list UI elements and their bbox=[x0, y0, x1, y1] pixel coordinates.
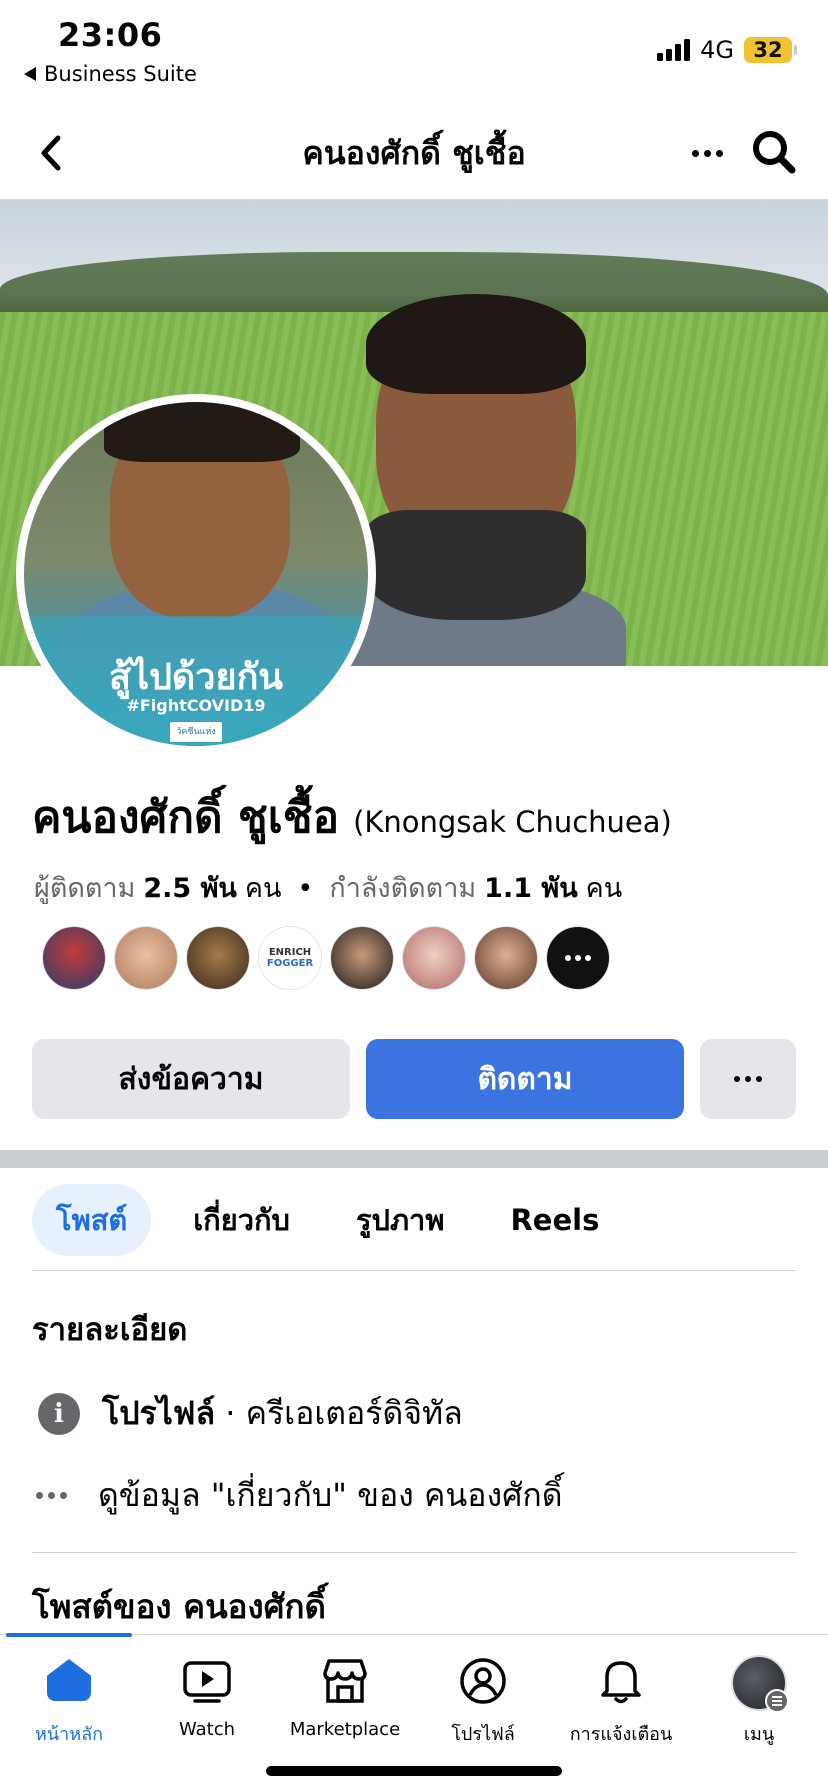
details-heading: รายละเอียด bbox=[32, 1312, 188, 1348]
profile-name: คนองศักดิ์ ชูเชื้อ (Knongsak Chuchuea) bbox=[32, 782, 672, 852]
friend-avatar[interactable] bbox=[42, 926, 106, 990]
more-horizontal-icon[interactable] bbox=[682, 128, 732, 178]
tabbar-label: โปรไฟล์ bbox=[451, 1724, 515, 1745]
avatar-hashtag: #FightCOVID19 bbox=[126, 696, 266, 715]
menu-badge-icon bbox=[765, 1689, 789, 1713]
tab-about[interactable]: เกี่ยวกับ bbox=[169, 1184, 314, 1256]
posts-heading: โพสต์ของ คนองศักดิ์ bbox=[32, 1587, 326, 1626]
bell-icon bbox=[595, 1655, 647, 1707]
section-divider bbox=[0, 1150, 828, 1168]
following-label: กำลังติดตาม bbox=[329, 873, 477, 904]
tabbar-label: Watch bbox=[178, 1719, 236, 1740]
profile-name-thai: คนองศักดิ์ ชูเชื้อ bbox=[32, 792, 340, 843]
tabbar-label: Marketplace bbox=[289, 1719, 401, 1740]
avatar-photo: สู้ไปด้วยกัน #FightCOVID19 วัคซีนแห่งชาต… bbox=[24, 402, 368, 746]
friend-avatar[interactable] bbox=[474, 926, 538, 990]
more-actions-button[interactable] bbox=[700, 1039, 796, 1119]
cover-person bbox=[326, 294, 626, 666]
tabbar-home[interactable]: หน้าหลัก bbox=[0, 1655, 138, 1748]
following-unit: คน bbox=[585, 873, 623, 904]
follow-stats[interactable]: ผู้ติดตาม 2.5 พัน คน • กำลังติดตาม 1.1 พ… bbox=[34, 866, 622, 909]
see-about-row[interactable]: ดูข้อมูล "เกี่ยวกับ" ของ คนองศักดิ์ bbox=[36, 1470, 563, 1521]
menu-avatar-icon bbox=[731, 1655, 789, 1713]
watch-icon bbox=[181, 1655, 233, 1707]
profile-type-label: โปรไฟล์ bbox=[102, 1394, 216, 1432]
section-divider-line bbox=[32, 1552, 796, 1553]
followers-unit: คน bbox=[244, 873, 282, 904]
active-tab-indicator bbox=[6, 1633, 132, 1637]
info-icon: i bbox=[38, 1392, 80, 1435]
home-indicator bbox=[266, 1766, 562, 1776]
followers-label: ผู้ติดตาม bbox=[34, 873, 136, 904]
profile-icon bbox=[457, 1655, 509, 1707]
status-time: 23:06 bbox=[58, 16, 163, 54]
tabs-divider bbox=[32, 1270, 796, 1271]
back-app-label: Business Suite bbox=[44, 62, 197, 86]
tabbar-marketplace[interactable]: Marketplace bbox=[276, 1655, 414, 1740]
tabbar-label: เมนู bbox=[743, 1724, 775, 1745]
send-message-button[interactable]: ส่งข้อความ bbox=[32, 1039, 350, 1119]
tabbar-profile[interactable]: โปรไฟล์ bbox=[414, 1655, 552, 1748]
home-icon bbox=[43, 1655, 95, 1707]
profile-category: ครีเอเตอร์ดิจิทัล bbox=[245, 1394, 463, 1432]
enrich-logo-text: ENRICH bbox=[268, 947, 312, 958]
profile-category-row: i โปรไฟล์ · ครีเอเตอร์ดิจิทัล bbox=[38, 1388, 463, 1439]
category-separator: · bbox=[225, 1394, 236, 1432]
profile-avatar[interactable]: สู้ไปด้วยกัน #FightCOVID19 วัคซีนแห่งชาต… bbox=[16, 394, 376, 754]
avatar-logo: วัคซีนแห่งชาติ bbox=[170, 722, 222, 742]
separator-dot: • bbox=[297, 873, 314, 904]
tabbar-label: หน้าหลัก bbox=[34, 1724, 104, 1745]
see-about-link[interactable]: ดูข้อมูล "เกี่ยวกับ" ของ คนองศักดิ์ bbox=[98, 1470, 563, 1521]
friend-avatar[interactable] bbox=[114, 926, 178, 990]
tabbar-watch[interactable]: Watch bbox=[138, 1655, 276, 1740]
tabbar-menu[interactable]: เมนู bbox=[690, 1655, 828, 1748]
tab-photos[interactable]: รูปภาพ bbox=[332, 1184, 469, 1256]
tab-reels[interactable]: Reels bbox=[486, 1184, 623, 1256]
tab-posts[interactable]: โพสต์ bbox=[32, 1184, 152, 1256]
battery-icon: 32 bbox=[744, 37, 797, 63]
back-triangle-icon bbox=[24, 67, 36, 81]
profile-tabs: โพสต์ เกี่ยวกับ รูปภาพ Reels bbox=[32, 1184, 641, 1256]
profile-name-english: (Knongsak Chuchuea) bbox=[353, 805, 672, 839]
nav-header: คนองศักดิ์ ชูเชื้อ bbox=[0, 108, 828, 200]
fogger-logo-text: FOGGER bbox=[266, 958, 314, 969]
friend-avatar[interactable] bbox=[402, 926, 466, 990]
friend-avatars[interactable]: ENRICH FOGGER bbox=[42, 926, 610, 990]
marketplace-icon bbox=[319, 1655, 371, 1707]
friend-avatar[interactable]: ENRICH FOGGER bbox=[258, 926, 322, 990]
more-friends-icon[interactable] bbox=[546, 926, 610, 990]
friend-avatar[interactable] bbox=[186, 926, 250, 990]
status-indicators: 4G 32 bbox=[657, 36, 797, 64]
followers-count: 2.5 พัน bbox=[143, 873, 237, 904]
follow-button[interactable]: ติดตาม bbox=[366, 1039, 684, 1119]
more-horizontal-icon bbox=[36, 1492, 70, 1499]
tabbar-notifications[interactable]: การแจ้งเตือน bbox=[552, 1655, 690, 1748]
search-icon[interactable] bbox=[746, 124, 802, 180]
network-type: 4G bbox=[700, 36, 734, 64]
signal-icon bbox=[657, 39, 691, 61]
following-count: 1.1 พัน bbox=[484, 873, 578, 904]
back-to-app-link[interactable]: Business Suite bbox=[24, 62, 197, 86]
friend-avatar[interactable] bbox=[330, 926, 394, 990]
tabbar-label: การแจ้งเตือน bbox=[569, 1724, 673, 1745]
